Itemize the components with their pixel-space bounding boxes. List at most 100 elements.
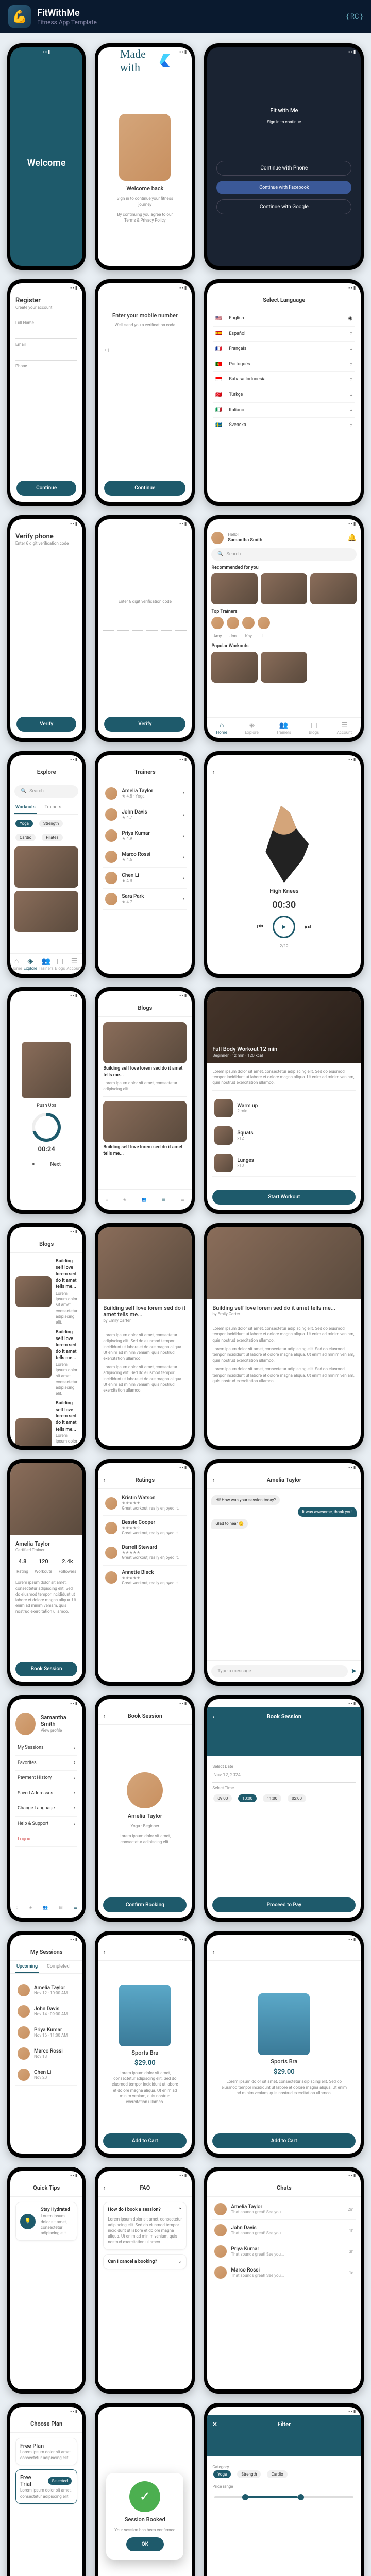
lang-item[interactable]: 🇺🇸English◉ (213, 311, 355, 327)
tab-completed[interactable]: Completed (46, 1961, 71, 1973)
otp-digit[interactable] (146, 617, 158, 631)
nav-trainers[interactable]: 👥Trainers (276, 721, 291, 735)
account-item[interactable]: My Sessions› (15, 1740, 77, 1756)
phone-continue-button[interactable]: Continue (104, 481, 185, 496)
chat-row[interactable]: John DavisThat sounds great! See you...1… (212, 2220, 356, 2241)
otp-digit[interactable] (161, 617, 172, 631)
phone-number-field[interactable] (128, 344, 187, 358)
filter-chip[interactable]: Strength (237, 2470, 261, 2478)
register-continue-button[interactable]: Continue (16, 481, 76, 496)
trainer-row[interactable]: John Davis★ 4.7› (103, 804, 187, 825)
account-item[interactable]: Help & Support› (15, 1817, 77, 1832)
search-input[interactable]: 🔍Search (14, 785, 78, 798)
tip-card[interactable]: 💡 Stay Hydrated Lorem ipsum dolor sit am… (15, 2202, 77, 2241)
session-row[interactable]: Chen LiNov 20 (15, 2064, 77, 2086)
time-chip[interactable]: 02:00 (288, 1794, 306, 1802)
cat-chip[interactable]: Strength (39, 820, 63, 827)
tab-trainers[interactable]: Trainers (44, 802, 62, 814)
email-field[interactable] (15, 347, 77, 361)
lang-item[interactable]: 🇮🇹Italiano○ (213, 403, 355, 418)
nav-home[interactable]: ⌂Home (216, 721, 227, 735)
exercise-row[interactable]: Warm up2 min (212, 1095, 356, 1122)
back-icon[interactable]: ‹ (103, 1477, 105, 1483)
trainer-chip[interactable]: Amy (211, 617, 224, 639)
add-to-cart-button[interactable]: Add to Cart (212, 2133, 356, 2148)
back-icon[interactable]: ‹ (212, 1713, 214, 1720)
lang-item[interactable]: 🇮🇩Bahasa Indonesia○ (213, 372, 355, 387)
faq-item[interactable]: Can I cancel a booking?⌄ (103, 2254, 187, 2270)
lang-item[interactable]: 🇹🇷Türkçe○ (213, 387, 355, 403)
confirm-booking-button[interactable]: Confirm Booking (103, 1897, 187, 1912)
session-row[interactable]: John DavisNov 14 · 09:00 AM (15, 2001, 77, 2022)
bell-icon[interactable]: 🔔 (348, 534, 357, 542)
workout-card[interactable] (261, 652, 307, 683)
exercise-row[interactable]: Squatsx12 (212, 1122, 356, 1149)
search-input[interactable]: 🔍Search (211, 548, 357, 561)
back-icon[interactable]: ‹ (103, 1713, 105, 1719)
send-icon[interactable]: ➤ (351, 1667, 357, 1675)
close-icon[interactable]: ✕ (212, 2421, 217, 2428)
chat-row[interactable]: Marco RossiThat sounds great! See you...… (212, 2262, 356, 2283)
trainer-chip[interactable]: Kay (242, 617, 255, 639)
time-chip[interactable]: 09:00 (213, 1794, 232, 1802)
continue-facebook-button[interactable]: Continue with Facebook (216, 181, 351, 194)
verify-button[interactable]: Verify (16, 717, 76, 732)
session-row[interactable]: Priya KumarNov 16 · 11:00 AM (15, 2022, 77, 2043)
faq-item[interactable]: How do I book a session?⌃ Lorem ipsum do… (103, 2202, 187, 2250)
trainer-row[interactable]: Sara Park★ 4.7› (103, 889, 187, 910)
slider-handle[interactable] (298, 2494, 304, 2500)
trainer-row[interactable]: Marco Rossi★ 4.6› (103, 846, 187, 868)
blog-card[interactable] (103, 1022, 187, 1063)
continue-phone-button[interactable]: Continue with Phone (216, 161, 351, 176)
plan-card[interactable]: Free Plan Lorem ipsum dolor sit amet, co… (15, 2438, 77, 2465)
start-workout-button[interactable]: Start Workout (212, 1190, 356, 1205)
account-item[interactable]: Change Language› (15, 1801, 77, 1817)
account-item[interactable]: Favorites› (15, 1756, 77, 1771)
trainer-row[interactable]: Priya Kumar★ 4.9› (103, 825, 187, 846)
verify-button[interactable]: Verify (104, 717, 185, 732)
filter-chip[interactable]: Cardio (267, 2470, 287, 2478)
country-code-field[interactable]: +1 (103, 344, 124, 358)
blog-row[interactable]: Building self love lorem sed do it amet … (15, 1400, 77, 1446)
back-icon[interactable]: ‹ (212, 769, 214, 775)
book-session-button[interactable]: Book Session (15, 1662, 77, 1676)
lang-item[interactable]: 🇫🇷Français○ (213, 342, 355, 357)
trainer-chip[interactable]: Jon (227, 617, 239, 639)
back-icon[interactable]: ‹ (103, 2184, 105, 2191)
message-input[interactable]: Type a message (211, 1665, 347, 1677)
nav-explore[interactable]: ◈Explore (245, 721, 258, 735)
avatar[interactable] (211, 532, 224, 544)
fullname-field[interactable] (15, 325, 77, 339)
lang-item[interactable]: 🇵🇹Português○ (213, 357, 355, 372)
date-field[interactable]: Nov 12, 2024 (212, 1769, 356, 1783)
continue-google-button[interactable]: Continue with Google (216, 199, 351, 214)
trainer-row[interactable]: Amelia Taylor★ 4.8 · Yoga› (103, 783, 187, 804)
trainer-row[interactable]: Chen Li★ 4.8› (103, 868, 187, 889)
time-chip[interactable]: 10:00 (238, 1794, 257, 1802)
back-icon[interactable]: ‹ (212, 1948, 214, 1955)
account-item[interactable]: Logout (15, 1832, 77, 1848)
nav-account[interactable]: ☰Account (337, 721, 352, 735)
workout-card[interactable] (14, 846, 78, 888)
avatar[interactable] (15, 1713, 36, 1735)
chat-row[interactable]: Priya KumarThat sounds great! See you...… (212, 2241, 356, 2262)
cat-chip[interactable]: Cardio (15, 834, 36, 841)
phone-field[interactable] (15, 368, 77, 382)
workout-card[interactable] (261, 573, 307, 604)
trainer-chip[interactable]: Li (258, 617, 270, 639)
chat-row[interactable]: Amelia TaylorThat sounds great! See you.… (212, 2199, 356, 2220)
workout-card[interactable] (211, 652, 258, 683)
session-row[interactable]: Marco RossiNov 18 (15, 2043, 77, 2064)
proceed-pay-button[interactable]: Proceed to Pay (212, 1897, 356, 1912)
blog-card[interactable] (103, 1101, 187, 1142)
exercise-row[interactable]: Lungesx10 (212, 1149, 356, 1177)
next-button[interactable]: Next (50, 1162, 61, 1167)
slider-handle[interactable] (242, 2494, 248, 2500)
pause-icon[interactable]: ⏸ (32, 1162, 35, 1167)
blog-row[interactable]: Building self love lorem sed do it amet … (15, 1258, 77, 1325)
nav-blogs[interactable]: ▤Blogs (309, 721, 319, 735)
lang-item[interactable]: 🇸🇪Svenska○ (213, 418, 355, 433)
workout-card[interactable] (14, 891, 78, 932)
filter-chip[interactable]: Yoga (213, 2470, 231, 2478)
otp-digit[interactable] (175, 617, 187, 631)
